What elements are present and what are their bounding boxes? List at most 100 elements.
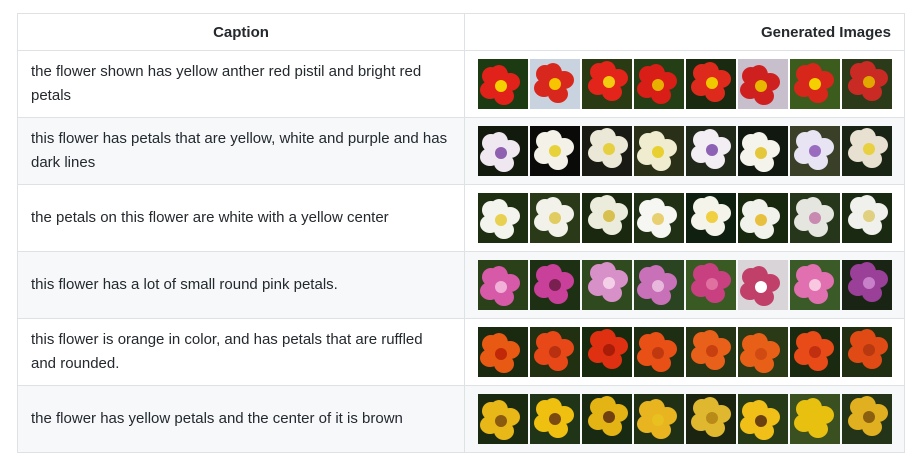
generated-flower-image <box>634 327 684 377</box>
generated-flower-image <box>582 126 632 176</box>
table-header-row: Caption Generated Images <box>17 13 905 51</box>
generated-flower-image <box>738 193 788 243</box>
flower-center <box>706 345 718 357</box>
generated-images-cell <box>464 184 905 252</box>
flower-center <box>549 212 561 224</box>
flower-center <box>495 80 507 92</box>
generated-flower-image <box>478 260 528 310</box>
results-table: Caption Generated Images the flower show… <box>17 13 905 453</box>
generated-flower-image <box>790 126 840 176</box>
generated-flower-image <box>686 260 736 310</box>
flower-center <box>863 76 875 88</box>
flower-center <box>755 348 767 360</box>
caption-column-header: Caption <box>17 13 465 51</box>
generated-flower-image <box>478 394 528 444</box>
table-row: this flower is orange in color, and has … <box>17 318 905 386</box>
generated-flower-image <box>582 260 632 310</box>
generated-flower-image <box>790 260 840 310</box>
generated-flower-image <box>634 193 684 243</box>
flower-center <box>652 414 664 426</box>
generated-flower-image <box>478 126 528 176</box>
flower-center <box>652 146 664 158</box>
generated-flower-image <box>634 126 684 176</box>
generated-flower-image <box>842 193 892 243</box>
flower-center <box>603 277 615 289</box>
generated-flower-image <box>478 59 528 109</box>
flower-center <box>652 347 664 359</box>
caption-cell: this flower has a lot of small round pin… <box>17 251 465 319</box>
generated-flower-image <box>582 193 632 243</box>
flower-center <box>755 147 767 159</box>
table-row: the flower has yellow petals and the cen… <box>17 385 905 453</box>
flower-center <box>549 78 561 90</box>
generated-flower-image <box>634 260 684 310</box>
flower-center <box>809 346 821 358</box>
flower-center <box>603 210 615 222</box>
image-strip <box>478 327 893 377</box>
caption-cell: this flower has petals that are yellow, … <box>17 117 465 185</box>
flower-center <box>706 77 718 89</box>
flower-center <box>652 213 664 225</box>
generated-flower-image <box>686 394 736 444</box>
flower-center <box>809 145 821 157</box>
generated-flower-image <box>686 327 736 377</box>
generated-flower-image <box>842 126 892 176</box>
generated-flower-image <box>478 193 528 243</box>
caption-cell: the flower shown has yellow anther red p… <box>17 50 465 118</box>
image-strip <box>478 193 893 243</box>
generated-flower-image <box>738 260 788 310</box>
flower-center <box>495 214 507 226</box>
generated-images-cell <box>464 385 905 453</box>
generated-images-cell <box>464 318 905 386</box>
table-row: the flower shown has yellow anther red p… <box>17 50 905 118</box>
generated-images-cell <box>464 251 905 319</box>
generated-flower-image <box>738 59 788 109</box>
flower-center <box>706 412 718 424</box>
flower-center <box>809 413 821 425</box>
flower-center <box>603 411 615 423</box>
flower-center <box>603 344 615 356</box>
generated-images-cell <box>464 117 905 185</box>
generated-flower-image <box>790 59 840 109</box>
generated-flower-image <box>790 394 840 444</box>
flower-center <box>706 278 718 290</box>
generated-flower-image <box>738 394 788 444</box>
generated-flower-image <box>530 394 580 444</box>
generated-flower-image <box>790 193 840 243</box>
generated-flower-image <box>686 193 736 243</box>
flower-center <box>809 78 821 90</box>
generated-flower-image <box>842 260 892 310</box>
generated-flower-image <box>686 59 736 109</box>
flower-center <box>809 212 821 224</box>
generated-flower-image <box>634 394 684 444</box>
caption-cell: this flower is orange in color, and has … <box>17 318 465 386</box>
caption-cell: the flower has yellow petals and the cen… <box>17 385 465 453</box>
flower-center <box>706 211 718 223</box>
flower-center <box>495 147 507 159</box>
generated-flower-image <box>582 327 632 377</box>
flower-center <box>549 346 561 358</box>
flower-center <box>863 411 875 423</box>
generated-flower-image <box>790 327 840 377</box>
generated-flower-image <box>530 59 580 109</box>
table-row: the petals on this flower are white with… <box>17 184 905 252</box>
table-row: this flower has petals that are yellow, … <box>17 117 905 185</box>
generated-flower-image <box>478 327 528 377</box>
flower-center <box>495 348 507 360</box>
generated-flower-image <box>686 126 736 176</box>
image-strip <box>478 260 893 310</box>
flower-center <box>549 145 561 157</box>
flower-center <box>863 277 875 289</box>
image-strip <box>478 394 893 444</box>
generated-flower-image <box>530 126 580 176</box>
flower-center <box>495 415 507 427</box>
table-row: this flower has a lot of small round pin… <box>17 251 905 319</box>
flower-center <box>863 210 875 222</box>
image-strip <box>478 126 893 176</box>
flower-center <box>549 279 561 291</box>
generated-flower-image <box>530 260 580 310</box>
generated-flower-image <box>738 126 788 176</box>
flower-center <box>755 415 767 427</box>
flower-center <box>549 413 561 425</box>
generated-flower-image <box>842 59 892 109</box>
